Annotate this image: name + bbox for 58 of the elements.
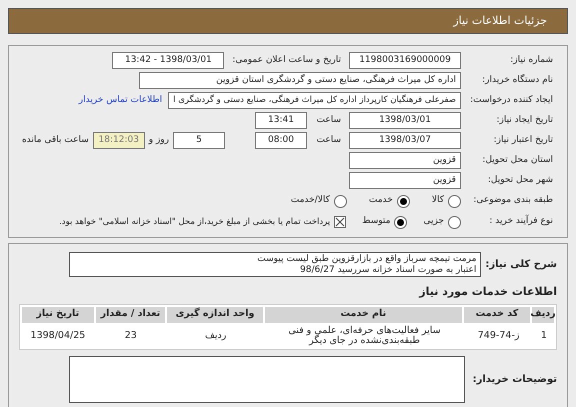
field-value: 1398/03/07 bbox=[349, 132, 461, 149]
field-label: نوع فرآیند خرید : bbox=[488, 215, 553, 228]
description-label: شرح کلی نیاز: bbox=[485, 258, 557, 272]
radio-label: خدمت bbox=[368, 194, 393, 208]
table-cell-text: سایر فعالیت‌های حرفه‌ای، علمی و فنی طبقه‌بندی‌نشده در جای دیگر bbox=[287, 324, 442, 346]
table-cell-text: 23 bbox=[124, 328, 138, 342]
header-bar: جزئیات اطلاعات نیاز bbox=[8, 8, 568, 34]
radio-button[interactable] bbox=[396, 194, 410, 208]
field-label: روز و bbox=[148, 134, 169, 147]
table-cell-text: 1398/04/25 bbox=[30, 328, 86, 342]
radio-label: جزیی bbox=[423, 215, 444, 228]
description-line: اعتبار به صورت اسناد خزانه سررسید 98/6/27 bbox=[299, 264, 476, 276]
column-header: ردیف bbox=[532, 306, 554, 322]
table-cell-text: ز-74-749 bbox=[476, 328, 520, 342]
field-value: 13:41 bbox=[255, 112, 307, 129]
field-label: استان محل تحویل: bbox=[481, 154, 553, 167]
column-header: تعداد / مقدار bbox=[96, 306, 166, 322]
field-label: ساعت bbox=[316, 134, 341, 147]
remaining-time: 18:12:03 bbox=[92, 132, 145, 149]
field-value: قزوین bbox=[349, 172, 461, 189]
column-header: نام خدمت bbox=[264, 306, 462, 322]
field-label: تاریخ ایجاد نیاز: bbox=[495, 114, 553, 127]
description-line: مرمت تیمچه سرباز واقع در بازارقزوین طبق لیست پیوست bbox=[256, 254, 476, 264]
table-cell-text: 1 bbox=[540, 328, 548, 342]
radio-label: متوسط bbox=[362, 215, 390, 228]
buyer-contact-link[interactable]: اطلاعات تماس خریدار bbox=[78, 94, 162, 108]
field-value: 1398/03/01 bbox=[349, 112, 461, 129]
field-label: تاریخ اعتبار نیاز: bbox=[492, 134, 553, 147]
field-label: نام دستگاه خریدار: bbox=[481, 74, 553, 87]
field-value: 08:00 bbox=[255, 132, 307, 149]
field-label: ایجاد کننده درخواست: bbox=[469, 94, 553, 107]
radio-label: کالا/خدمت bbox=[290, 194, 330, 208]
checkbox[interactable] bbox=[334, 216, 346, 228]
column-header: تاریخ نیاز bbox=[22, 306, 94, 322]
notes-label: توضیحات خریدار: bbox=[472, 372, 557, 386]
field-label: ساعت باقی مانده bbox=[22, 134, 89, 147]
notes-field[interactable] bbox=[68, 356, 465, 402]
field-label: طبقه بندی موضوعی: bbox=[472, 194, 553, 208]
radio-label: کالا bbox=[432, 194, 444, 208]
field-label: ساعت bbox=[316, 114, 341, 127]
services-title: اطلاعات خدمات مورد نیاز bbox=[418, 284, 557, 300]
field-value: صفرعلی فرهنگیان کارپرداز اداره کل میراث فرهنگی، صنایع دستی و گردشگری ا bbox=[168, 92, 461, 109]
radio-button[interactable] bbox=[448, 216, 461, 228]
field-value: 5 bbox=[173, 132, 225, 149]
column-header: کد خدمت bbox=[464, 306, 530, 322]
field-label: شهر محل تحویل: bbox=[486, 174, 553, 187]
field-value: قزوین bbox=[349, 152, 461, 169]
field-value: 1198003169000009 bbox=[349, 52, 461, 69]
column-header: واحد اندازه گیری bbox=[167, 306, 263, 322]
checkbox-label: پرداخت تمام یا بخشی از مبلغ خرید،از محل "اسناد خزانه اسلامی" خواهد بود. bbox=[59, 216, 330, 228]
radio-button[interactable] bbox=[394, 216, 408, 228]
field-value: اداره کل میراث فرهنگی، صنایع دستی و گردشگری استان قزوین bbox=[139, 72, 461, 89]
field-value: 1398/03/01 - 13:42 bbox=[112, 52, 224, 69]
field-label: شماره نیاز: bbox=[509, 54, 553, 67]
field-label: تاریخ و ساعت اعلان عمومی: bbox=[232, 54, 341, 67]
radio-button[interactable] bbox=[448, 194, 461, 208]
table-cell-text: ردیف bbox=[204, 328, 228, 342]
radio-button[interactable] bbox=[334, 194, 347, 208]
